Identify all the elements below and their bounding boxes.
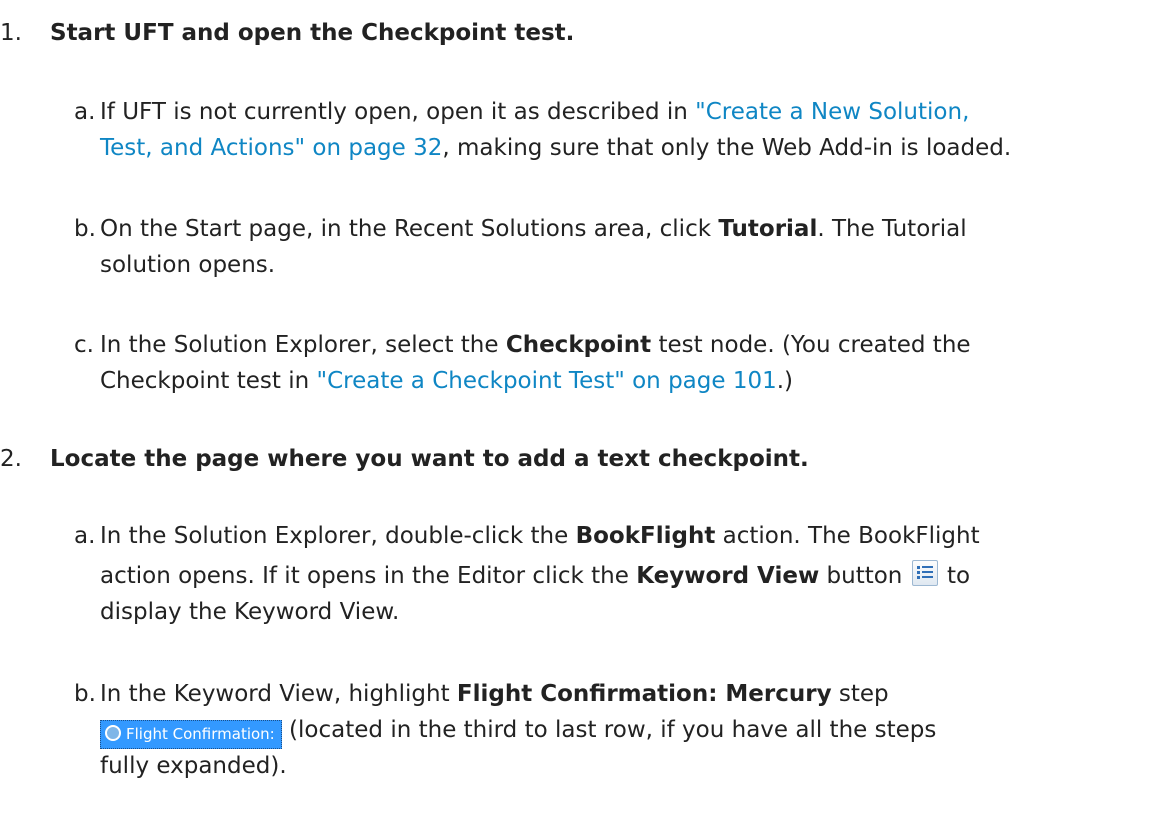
tutorial-document: 1. Start UFT and open the Checkpoint tes… (0, 0, 1154, 838)
text-run: action opens. If it opens in the Editor … (100, 563, 637, 589)
chip-label: Flight Confirmation: (126, 725, 275, 743)
step-number: 1. (0, 20, 22, 46)
link-create-new-solution-cont[interactable]: Test, and Actions" on page 32 (100, 135, 442, 161)
text-run: In the Solution Explorer, double-click t… (100, 523, 576, 549)
text-run: . The Tutorial (817, 216, 967, 242)
step-title: Start UFT and open the Checkpoint test. (50, 20, 575, 46)
flight-confirmation-step-chip: Flight Confirmation: (100, 720, 282, 749)
substep-text: In the Solution Explorer, double-click t… (100, 518, 1150, 630)
link-create-checkpoint-test[interactable]: "Create a Checkpoint Test" on page 101 (316, 368, 776, 394)
text-run: action. The BookFlight (715, 523, 980, 549)
text-run: On the Start page, in the Recent Solutio… (100, 216, 719, 242)
bold-term: Checkpoint (505, 332, 652, 358)
substep-text: If UFT is not currently open, open it as… (100, 94, 1150, 166)
substep-text: In the Solution Explorer, select the Che… (100, 327, 1150, 399)
text-run: Checkpoint test in (100, 368, 317, 394)
substep-letter: b. (74, 216, 96, 242)
step-number: 2. (0, 446, 22, 472)
bold-term: Keyword View (636, 563, 820, 589)
text-run: step (831, 681, 889, 707)
step-title: Locate the page where you want to add a … (50, 446, 809, 472)
substep-text: In the Keyword View, highlight Flight Co… (100, 676, 1150, 784)
text-run: (located in the third to last row, if yo… (281, 717, 937, 743)
text-run: solution opens. (100, 252, 276, 278)
text-run: display the Keyword View. (100, 599, 400, 625)
bold-term: Flight Confirmation: Mercury (456, 681, 832, 707)
link-create-new-solution[interactable]: "Create a New Solution, (695, 99, 969, 125)
substep-letter: c. (74, 332, 94, 358)
substep-letter: a. (74, 523, 96, 549)
text-run: In the Keyword View, highlight (100, 681, 457, 707)
substep-letter: a. (74, 99, 96, 125)
text-run: , making sure that only the Web Add-in i… (442, 135, 1012, 161)
keyword-view-icon (911, 560, 938, 586)
text-run: In the Solution Explorer, select the (100, 332, 506, 358)
text-run: fully expanded). (100, 753, 287, 779)
text-run: button (819, 563, 910, 589)
text-run: test node. (You created the (651, 332, 971, 358)
bold-term: BookFlight (575, 523, 716, 549)
bold-term: Tutorial (718, 216, 818, 242)
text-run: If UFT is not currently open, open it as… (100, 99, 696, 125)
text-run: to (939, 563, 971, 589)
substep-text: On the Start page, in the Recent Solutio… (100, 211, 1150, 283)
substep-letter: b. (74, 681, 96, 707)
text-run: .) (776, 368, 794, 394)
magnifier-icon (105, 725, 121, 741)
